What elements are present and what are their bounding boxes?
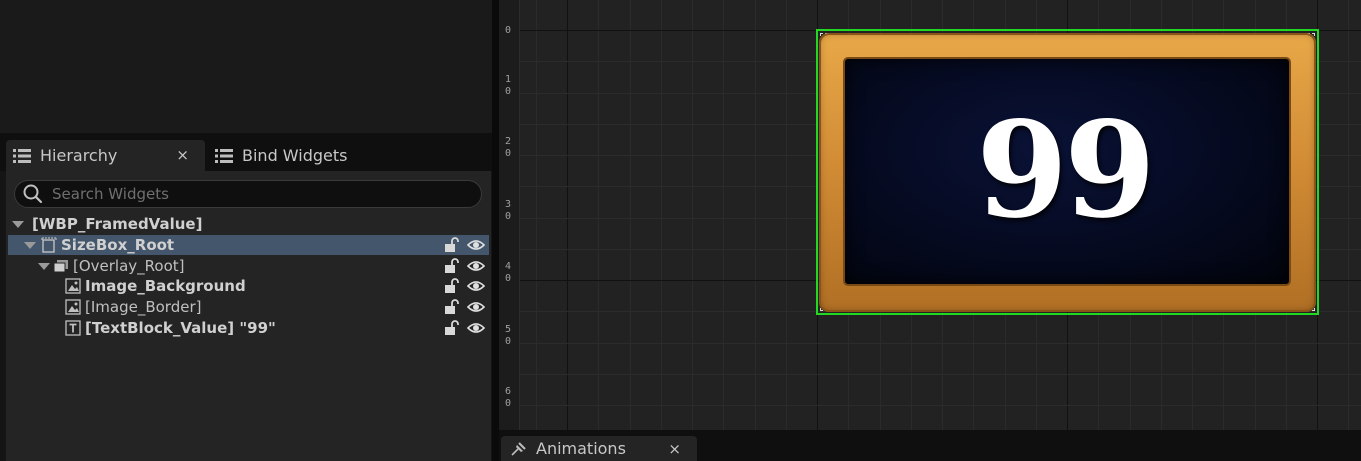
bottom-tab-bar: Animations × — [499, 430, 1361, 461]
empty-panel-area — [0, 0, 498, 133]
panel-splitter[interactable] — [492, 0, 499, 461]
eye-icon[interactable] — [467, 237, 485, 253]
expand-arrow-icon[interactable] — [12, 220, 24, 228]
eye-icon[interactable] — [467, 299, 485, 315]
tab-hierarchy-label: Hierarchy — [40, 146, 118, 165]
widget-frame-border[interactable]: 99 — [819, 33, 1316, 312]
vertical-ruler: 0 1 0 2 0 3 0 4 0 5 0 6 0 — [499, 0, 520, 430]
pin-icon — [511, 441, 526, 456]
close-icon[interactable]: × — [176, 146, 189, 164]
image-icon — [65, 299, 81, 315]
tree-row-wbp-framedvalue[interactable]: [WBP_FramedValue] — [8, 214, 489, 234]
tree-row-label: SizeBox_Root — [61, 236, 175, 254]
tree-row-label: [WBP_FramedValue] — [32, 215, 203, 233]
widget-background-image[interactable]: 99 — [843, 57, 1291, 286]
tree-row-image-background[interactable]: Image_Background — [8, 276, 489, 296]
ruler-label: 0 — [505, 25, 512, 36]
tree-row-label: [TextBlock_Value] "99" — [85, 319, 276, 337]
tab-bind-widgets[interactable]: Bind Widgets — [208, 140, 408, 171]
tab-hierarchy[interactable]: Hierarchy × — [6, 140, 205, 171]
expand-arrow-icon[interactable] — [38, 262, 50, 270]
lock-open-icon[interactable] — [443, 258, 461, 274]
eye-icon[interactable] — [467, 320, 485, 336]
overlay-icon — [53, 260, 68, 273]
eye-icon[interactable] — [467, 278, 485, 294]
designer-canvas[interactable]: 0 1 0 2 0 3 0 4 0 5 0 6 0 99 — [499, 0, 1361, 430]
tree-row-overlay-root[interactable]: [Overlay_Root] — [8, 256, 489, 276]
tree-row-label: [Image_Border] — [85, 298, 202, 316]
ruler-label: 5 0 — [505, 323, 512, 347]
lock-open-icon[interactable] — [443, 237, 461, 253]
tree-row-sizebox-root[interactable]: SizeBox_Root — [8, 235, 489, 255]
tab-animations[interactable]: Animations × — [501, 436, 697, 461]
text-block-icon — [65, 320, 81, 336]
list-icon — [13, 148, 31, 163]
close-icon[interactable]: × — [668, 440, 681, 458]
hierarchy-tab-bar: Hierarchy × Bind Widgets — [0, 133, 498, 171]
tree-row-label: Image_Background — [85, 277, 246, 295]
tree-row-textblock-value[interactable]: [TextBlock_Value] "99" — [8, 318, 489, 338]
ruler-label: 4 0 — [505, 261, 512, 284]
image-icon — [65, 278, 81, 294]
size-box-icon — [41, 237, 57, 253]
search-input[interactable] — [50, 184, 454, 204]
widget-value-text[interactable]: 99 — [976, 104, 1156, 237]
tree-row-label: [Overlay_Root] — [73, 257, 185, 275]
search-icon — [23, 184, 43, 204]
search-box[interactable] — [14, 180, 482, 208]
list-icon — [215, 148, 233, 163]
lock-open-icon[interactable] — [443, 278, 461, 294]
expand-arrow-icon[interactable] — [24, 241, 36, 249]
tab-bind-widgets-label: Bind Widgets — [242, 146, 348, 165]
hierarchy-panel: [WBP_FramedValue] SizeBox_Root — [6, 171, 491, 461]
ruler-label: 6 0 — [505, 386, 512, 409]
ruler-label: 1 0 — [505, 73, 512, 97]
lock-open-icon[interactable] — [443, 320, 461, 336]
ruler-label: 3 0 — [505, 198, 512, 222]
ruler-label: 2 0 — [505, 136, 512, 159]
tab-animations-label: Animations — [536, 439, 626, 458]
eye-icon[interactable] — [467, 258, 485, 274]
left-column: Hierarchy × Bind Widgets [WBP_FramedValu… — [0, 0, 498, 461]
tree-row-image-border[interactable]: [Image_Border] — [8, 297, 489, 317]
lock-open-icon[interactable] — [443, 299, 461, 315]
